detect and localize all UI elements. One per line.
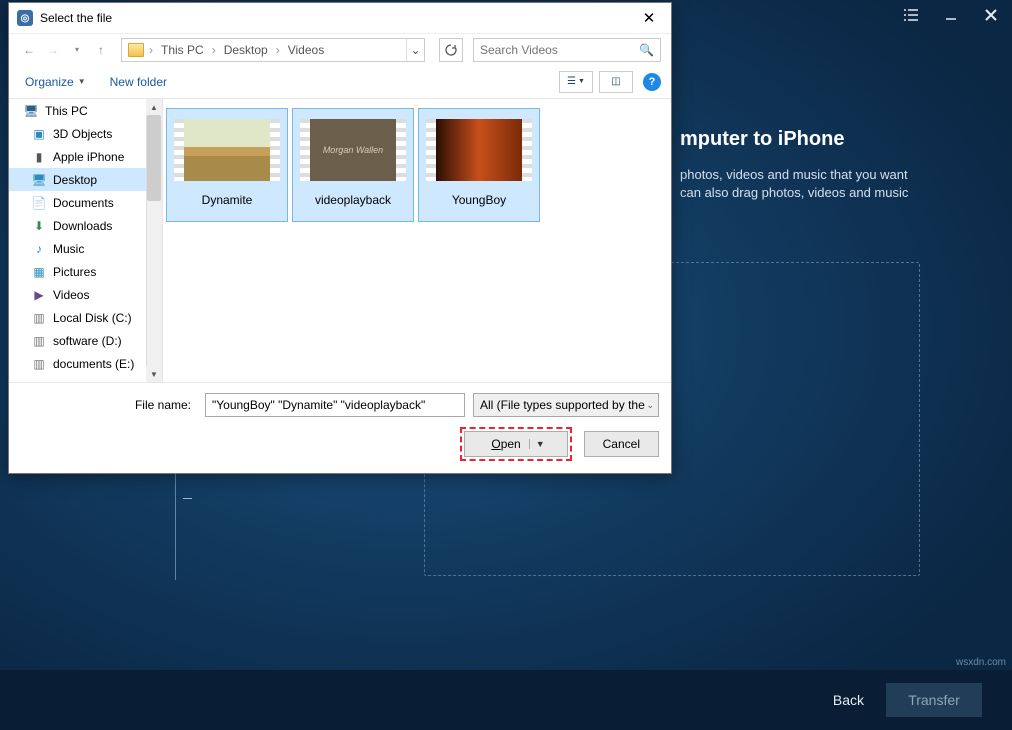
tree-this-pc[interactable]: 🖥This PC (9, 99, 162, 122)
search-icon[interactable]: 🔍 (639, 43, 654, 57)
tree-apple-iphone[interactable]: ▮Apple iPhone (9, 145, 162, 168)
tree-local-disk-c[interactable]: ▥Local Disk (C:) (9, 306, 162, 329)
file-label: YoungBoy (452, 193, 506, 207)
tree-documents[interactable]: 📄Documents (9, 191, 162, 214)
dialog-title: Select the file (40, 11, 112, 25)
dialog-toolbar: Organize▼ New folder ☰ ▼ ◫ ? (9, 65, 671, 99)
tree-desktop[interactable]: 🖥Desktop (9, 168, 162, 191)
help-icon[interactable]: ? (643, 73, 661, 91)
breadcrumb[interactable]: › This PC › Desktop › Videos ⌄ (121, 38, 425, 62)
scroll-down-icon[interactable]: ▼ (146, 366, 162, 382)
open-split-icon[interactable]: ▼ (529, 439, 545, 449)
preview-pane-button[interactable]: ◫ (599, 71, 633, 93)
page-subtitle: photos, videos and music that you want c… (680, 166, 952, 202)
dialog-main: 🖥This PC ▣3D Objects ▮Apple iPhone 🖥Desk… (9, 99, 671, 382)
app-icon: ◎ (17, 10, 33, 26)
dialog-footer: File name: All (File types supported by … (9, 382, 671, 473)
refresh-button[interactable] (439, 38, 463, 62)
open-button[interactable]: Open ▼ (464, 431, 567, 457)
folder-tree[interactable]: 🖥This PC ▣3D Objects ▮Apple iPhone 🖥Desk… (9, 99, 163, 382)
dialog-navbar: ← → ▾ ↑ › This PC › Desktop › Videos ⌄ 🔍 (9, 33, 671, 65)
file-dialog: ◎ Select the file ✕ ← → ▾ ↑ › This PC › … (8, 2, 672, 474)
close-icon[interactable] (980, 4, 1002, 26)
filename-label: File name: (21, 398, 197, 412)
file-item[interactable]: Morgan Wallen videoplayback (293, 109, 413, 221)
search-input[interactable] (480, 43, 639, 57)
dialog-titlebar: ◎ Select the file ✕ (9, 3, 671, 33)
tree-videos[interactable]: ▶Videos (9, 283, 162, 306)
transfer-button: Transfer (886, 683, 982, 717)
file-list[interactable]: Dynamite Morgan Wallen videoplayback You… (163, 99, 671, 382)
video-thumbnail: Morgan Wallen (310, 119, 396, 181)
separator-tick (183, 498, 192, 499)
video-thumbnail (184, 119, 270, 181)
filename-input[interactable] (205, 393, 465, 417)
breadcrumb-videos[interactable]: Videos (285, 43, 327, 57)
tree-pictures[interactable]: ▦Pictures (9, 260, 162, 283)
back-button[interactable]: Back (833, 692, 864, 708)
nav-recent-icon[interactable]: ▾ (67, 40, 87, 60)
cancel-button[interactable]: Cancel (584, 431, 659, 457)
view-mode-button[interactable]: ☰ ▼ (559, 71, 593, 93)
breadcrumb-thispc[interactable]: This PC (158, 43, 207, 57)
folder-icon (128, 43, 144, 57)
nav-back-icon[interactable]: ← (19, 40, 39, 60)
scroll-thumb[interactable] (147, 115, 161, 201)
video-thumbnail (436, 119, 522, 181)
open-highlight-box: Open ▼ (460, 427, 571, 461)
separator-line (175, 460, 176, 580)
list-icon[interactable] (900, 4, 922, 26)
nav-forward-icon: → (43, 40, 63, 60)
breadcrumb-dropdown-icon[interactable]: ⌄ (406, 39, 424, 61)
file-item[interactable]: YoungBoy (419, 109, 539, 221)
tree-documents-e[interactable]: ▥documents (E:) (9, 352, 162, 375)
page-title: mputer to iPhone (680, 128, 844, 151)
breadcrumb-desktop[interactable]: Desktop (221, 43, 271, 57)
watermark: wsxdn.com (956, 657, 1006, 668)
tree-scrollbar[interactable]: ▲ ▼ (146, 99, 162, 382)
new-folder-button[interactable]: New folder (104, 71, 173, 93)
file-type-select[interactable]: All (File types supported by the⌄ (473, 393, 659, 417)
tree-software-d[interactable]: ▥software (D:) (9, 329, 162, 352)
tree-downloads[interactable]: ⬇Downloads (9, 214, 162, 237)
scroll-up-icon[interactable]: ▲ (146, 99, 162, 115)
nav-up-icon[interactable]: ↑ (91, 40, 111, 60)
file-label: Dynamite (202, 193, 253, 207)
tree-music[interactable]: ♪Music (9, 237, 162, 260)
minimize-icon[interactable] (940, 4, 962, 26)
search-box[interactable]: 🔍 (473, 38, 661, 62)
organize-menu[interactable]: Organize▼ (19, 71, 92, 93)
file-label: videoplayback (315, 193, 391, 207)
app-footer: Back Transfer (0, 670, 1012, 730)
tree-3d-objects[interactable]: ▣3D Objects (9, 122, 162, 145)
dialog-close-icon[interactable]: ✕ (629, 3, 669, 33)
file-item[interactable]: Dynamite (167, 109, 287, 221)
